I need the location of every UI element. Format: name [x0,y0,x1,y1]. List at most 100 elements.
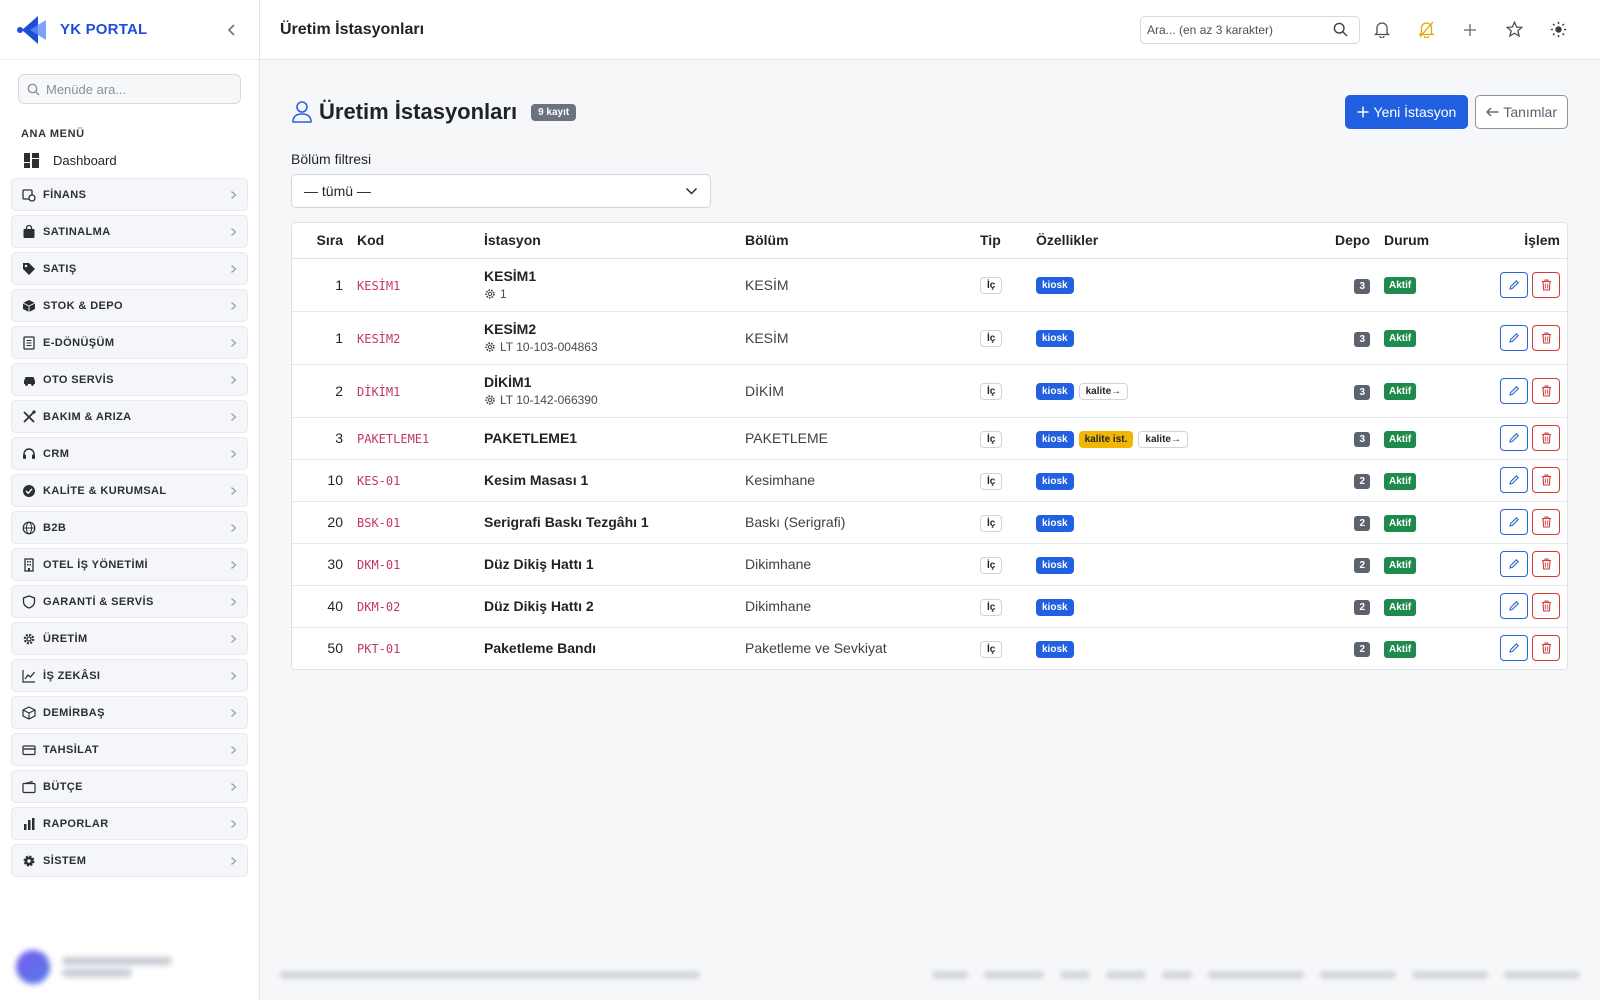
delete-button[interactable] [1532,551,1560,577]
depot-count-badge: 2 [1354,642,1370,658]
shield-icon [21,594,37,610]
sidebar-item-satiş[interactable]: SATIŞ [11,252,248,285]
edit-button[interactable] [1500,377,1528,404]
depot-count-badge: 3 [1354,331,1370,347]
cell-bolum: Dikimhane [745,556,812,572]
bell-slash-icon[interactable] [1404,16,1448,44]
delete-button[interactable] [1532,425,1560,451]
chevron-right-icon [230,227,237,237]
cell-bolum: Dikimhane [745,598,812,614]
table-row[interactable]: 30 DKM-01 Düz Dikiş Hattı 1 Dikimhane İç kios… [292,543,1567,586]
chevron-right-icon [230,301,237,311]
sidebar-item-stok-depo[interactable]: STOK & DEPO [11,289,248,322]
table-row[interactable]: 10 KES-01 Kesim Masası 1 Kesimhane İç kiosk 2 A… [292,459,1567,502]
search-icon[interactable] [1333,22,1348,37]
sidebar-item-crm[interactable]: CRM [11,437,248,470]
cell-sira: 1 [292,311,357,365]
sidebar-item-tahsi-lat[interactable]: TAHSİLAT [11,733,248,766]
feature-tag: kiosk [1036,556,1074,574]
delete-button[interactable] [1532,324,1560,351]
menu-search-input[interactable] [46,81,226,97]
col-tip[interactable]: Tip [980,223,1036,259]
cell-bolum: KESİM [745,276,789,293]
chevron-right-icon [230,190,237,200]
gear-icon [484,394,496,406]
delete-button[interactable] [1532,635,1560,662]
edit-button[interactable] [1500,593,1528,619]
bell-icon[interactable] [1360,16,1404,44]
delete-button[interactable] [1532,593,1560,619]
table-row[interactable]: 2 DİKİM1 DİKİM1 LT 10-142-066390 DİKİM İç kios… [292,364,1567,418]
sidebar-item-kali-te-kurumsal[interactable]: KALİTE & KURUMSAL [11,474,248,507]
table-row[interactable]: 40 DKM-02 Düz Dikiş Hattı 2 Dikimhane İç kios… [292,585,1567,628]
delete-button[interactable] [1532,271,1560,298]
main-content: Üretim İstasyonları 9 kayıt Yeni İstasyo… [260,60,1600,1000]
col-bolum[interactable]: Bölüm [745,223,980,259]
sidebar-item-i-ş-zekâsi[interactable]: İŞ ZEKÂSI [11,659,248,692]
col-kod[interactable]: Kod [357,223,484,259]
badge-check-icon [21,483,37,499]
edit-button[interactable] [1500,271,1528,298]
department-filter-value: — tümü — [304,183,371,199]
table-row[interactable]: 1 KESİM1 KESİM1 1 KESİM İç kiosk 3 Aktif [292,258,1567,312]
sidebar-item-label: SİSTEM [43,854,87,867]
col-durum[interactable]: Durum [1370,223,1471,259]
table-row[interactable]: 20 BSK-01 Serigrafi Baskı Tezgâhı 1 Baskı (… [292,501,1567,544]
sidebar-item-üreti-m[interactable]: ÜRETİM [11,622,248,655]
sidebar-item-satinalma[interactable]: SATINALMA [11,215,248,248]
delete-button[interactable] [1532,377,1560,404]
sidebar-item-bakim-ariza[interactable]: BAKIM & ARIZA [11,400,248,433]
sidebar-item-si-stem[interactable]: SİSTEM [11,844,248,877]
back-to-definitions-button[interactable]: Tanımlar [1475,95,1568,129]
user-profile[interactable] [16,950,172,984]
edit-button[interactable] [1500,467,1528,493]
menu-title: ANA MENÜ [21,128,85,140]
cell-sira: 2 [292,364,357,418]
department-filter-select[interactable]: — tümü — [291,174,711,208]
edit-button[interactable] [1500,551,1528,577]
delete-button[interactable] [1532,509,1560,535]
depot-count-badge: 3 [1354,278,1370,294]
sidebar-item-raporlar[interactable]: RAPORLAR [11,807,248,840]
sidebar-item-demi-rbaş[interactable]: DEMİRBAŞ [11,696,248,729]
edit-button[interactable] [1500,324,1528,351]
depot-count-badge: 2 [1354,474,1370,489]
status-badge: Aktif [1384,598,1417,616]
col-sira[interactable]: Sıra [292,223,357,259]
col-depo[interactable]: Depo [1324,223,1370,259]
building-icon [21,557,37,573]
stations-table: Sıra Kod İstasyon Bölüm Tip Özellikler D… [291,222,1568,670]
cell-istasyon: Serigrafi Baskı Tezgâhı 1 [484,514,649,530]
feature-tag: kiosk [1036,430,1074,448]
sidebar-item-label: B2B [43,521,67,534]
sidebar-item-bütçe[interactable]: BÜTÇE [11,770,248,803]
feature-tag: kiosk [1036,472,1074,490]
col-istasyon[interactable]: İstasyon [484,223,745,259]
plus-icon[interactable] [1448,16,1492,44]
sidebar-item-dashboard[interactable]: Dashboard [0,146,259,174]
chevron-right-icon [230,338,237,348]
table-row[interactable]: 1 KESİM2 KESİM2 LT 10-103-004863 KESİM İç kios… [292,311,1567,365]
delete-button[interactable] [1532,467,1560,493]
edit-button[interactable] [1500,425,1528,451]
cell-bolum: KESİM [745,329,789,346]
sidebar-item-b2b[interactable]: B2B [11,511,248,544]
global-search-input[interactable] [1147,22,1333,37]
sidebar-item-otel-i-ş-yöneti-mi-[interactable]: OTEL İŞ YÖNETİMİ [11,548,248,581]
table-row[interactable]: 50 PKT-01 Paketleme Bandı Paketleme ve Sevk… [292,627,1567,669]
sidebar-item-garanti-servi-s[interactable]: GARANTİ & SERVİS [11,585,248,618]
theme-sun-icon[interactable] [1536,16,1580,44]
sidebar-item-e-dönüşüm[interactable]: E-DÖNÜŞÜM [11,326,248,359]
feature-tag: kiosk [1036,640,1074,658]
brand-logo-icon[interactable] [16,14,50,46]
new-station-button[interactable]: Yeni İstasyon [1344,95,1469,129]
star-icon[interactable] [1492,16,1536,44]
sidebar-item-fi-nans[interactable]: FİNANS [11,178,248,211]
plus-icon [1357,106,1369,118]
type-badge: İç [980,430,1003,448]
edit-button[interactable] [1500,509,1528,535]
table-row[interactable]: 3 PAKETLEME1 PAKETLEME1 PAKETLEME İç kiosk kal… [292,417,1567,460]
edit-button[interactable] [1500,635,1528,662]
sidebar-item-oto-servi-s[interactable]: OTO SERVİS [11,363,248,396]
collapse-sidebar-button[interactable] [221,19,243,41]
